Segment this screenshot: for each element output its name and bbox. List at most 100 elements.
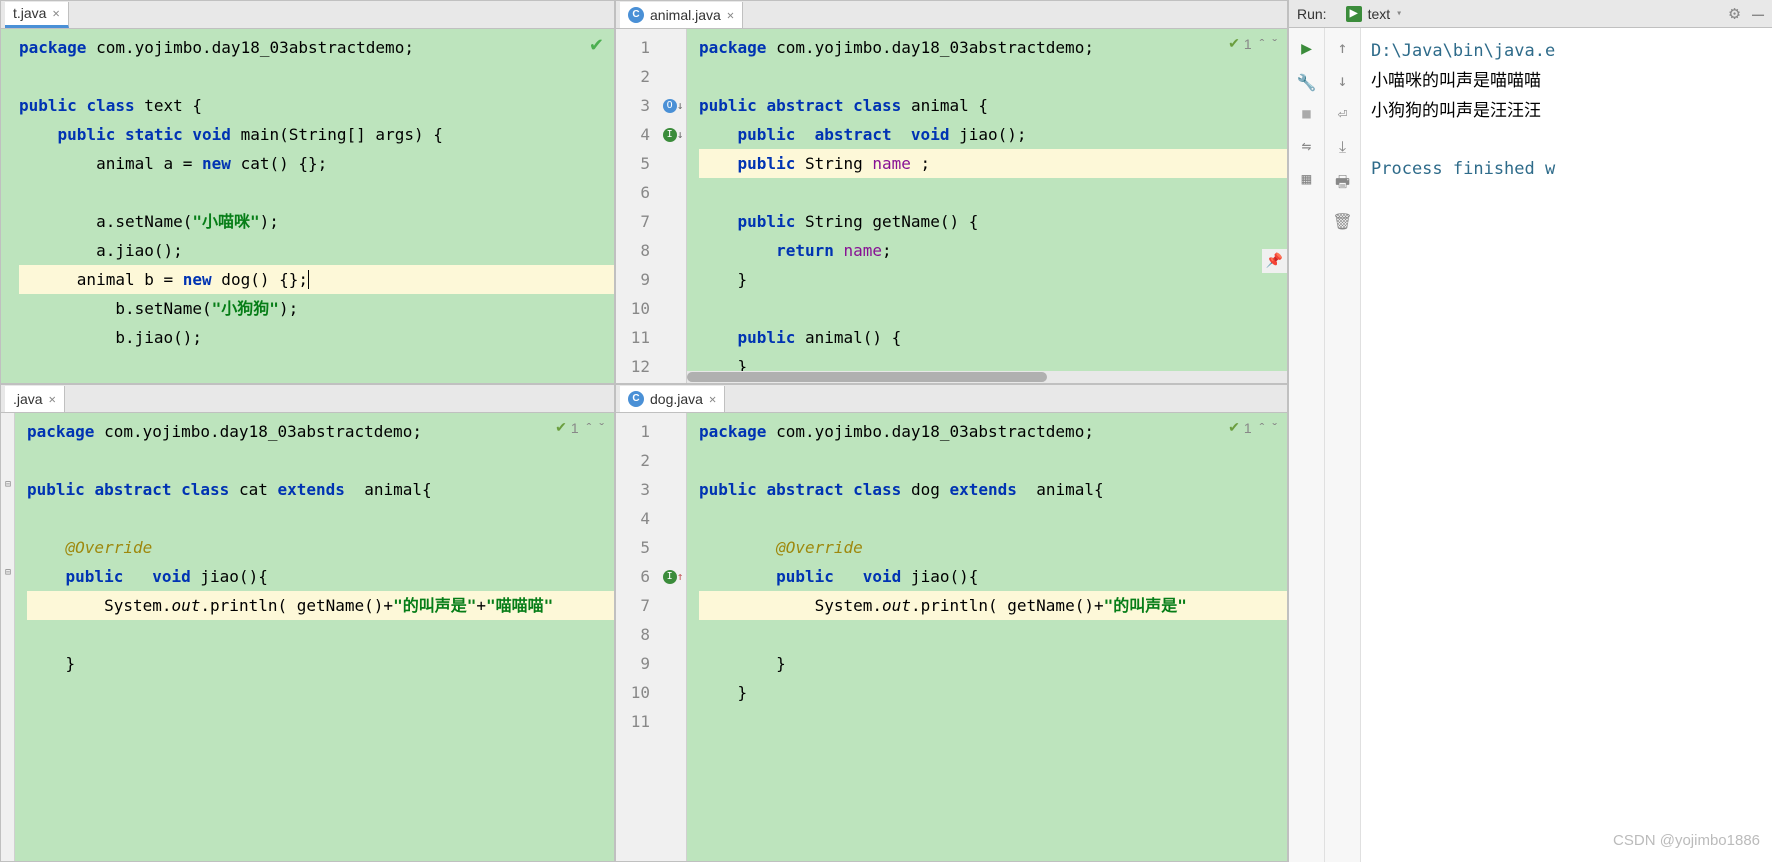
code-line[interactable]: animal a = new cat() {}; — [19, 149, 614, 178]
close-icon[interactable]: ✕ — [727, 8, 734, 22]
editor-body[interactable]: 123456789101112 O↓I↓ package com.yojimbo… — [616, 29, 1287, 383]
line-number: 12 — [616, 352, 650, 381]
code-line[interactable]: public String name ; — [699, 149, 1287, 178]
code-line[interactable] — [27, 446, 614, 475]
down-icon[interactable]: ↓ — [1338, 71, 1348, 90]
next-icon[interactable]: ˇ — [1272, 36, 1277, 52]
wrench-icon[interactable]: 🔧 — [1297, 73, 1317, 92]
inspection-widget[interactable]: ✔1 ˆ ˇ — [1228, 419, 1277, 436]
code-line[interactable] — [19, 178, 614, 207]
tab-cat-java[interactable]: .java ✕ — [5, 386, 65, 412]
code-line[interactable]: package com.yojimbo.day18_03abstractdemo… — [699, 33, 1287, 62]
scroll-end-icon[interactable]: ⤓ — [1339, 137, 1346, 157]
clear-icon[interactable]: 🗑 — [1332, 212, 1352, 231]
code-line[interactable]: } — [699, 649, 1287, 678]
gutter-icon-slot — [660, 475, 686, 504]
code-line[interactable]: animal b = new dog() {}; — [19, 265, 614, 294]
inspection-widget[interactable]: ✔1 ˆ ˇ — [555, 419, 604, 436]
tab-dog-java[interactable]: C dog.java ✕ — [620, 386, 725, 412]
code-line[interactable]: package com.yojimbo.day18_03abstractdemo… — [19, 33, 614, 62]
code-line[interactable] — [699, 178, 1287, 207]
pin-icon[interactable]: 📌 — [1262, 249, 1287, 273]
code-line[interactable]: @Override — [27, 533, 614, 562]
horizontal-scrollbar[interactable] — [687, 371, 1287, 383]
console-output[interactable]: D:\Java\bin\java.e 小喵咪的叫声是喵喵喵 小狗狗的叫声是汪汪汪… — [1361, 28, 1772, 862]
code-line[interactable] — [27, 620, 614, 649]
tab-animal-java[interactable]: C animal.java ✕ — [620, 2, 743, 28]
code-line[interactable]: package com.yojimbo.day18_03abstractdemo… — [699, 417, 1287, 446]
close-icon[interactable]: ✕ — [52, 6, 59, 20]
code-line[interactable] — [699, 446, 1287, 475]
code-line[interactable]: b.setName("小狗狗"); — [19, 294, 614, 323]
code-area[interactable]: package com.yojimbo.day18_03abstractdemo… — [687, 413, 1287, 861]
rerun-icon[interactable]: ▶ — [1301, 38, 1312, 59]
editor-body[interactable]: ⊟⊟ package com.yojimbo.day18_03abstractd… — [1, 413, 614, 861]
line-number: 8 — [616, 236, 650, 265]
close-icon[interactable]: ✕ — [49, 392, 56, 406]
code-line[interactable]: @Override — [699, 533, 1287, 562]
code-line[interactable]: public abstract void jiao(); — [699, 120, 1287, 149]
next-icon[interactable]: ˇ — [599, 420, 604, 436]
code-line[interactable]: } — [699, 265, 1287, 294]
soft-wrap-icon[interactable]: ⏎ — [1338, 104, 1348, 123]
next-icon[interactable]: ˇ — [1272, 420, 1277, 436]
prev-icon[interactable]: ˆ — [587, 420, 592, 436]
inspection-widget[interactable]: ✔1 ˆ ˇ — [1228, 35, 1277, 52]
code-area[interactable]: package com.yojimbo.day18_03abstractdemo… — [687, 29, 1287, 383]
code-line[interactable]: System.out.println( getName()+"的叫声是"+"喵喵… — [27, 591, 614, 620]
inspection-widget[interactable]: ✔ — [589, 35, 604, 56]
code-line[interactable]: public abstract class cat extends animal… — [27, 475, 614, 504]
code-line[interactable] — [27, 504, 614, 533]
layout-icon[interactable]: ▦ — [1302, 169, 1312, 188]
code-line[interactable]: return name; — [699, 236, 1287, 265]
code-line[interactable] — [699, 707, 1287, 736]
watermark: CSDN @yojimbo1886 — [1613, 826, 1760, 856]
code-line[interactable]: } — [27, 649, 614, 678]
code-area[interactable]: package com.yojimbo.day18_03abstractdemo… — [15, 413, 614, 861]
close-icon[interactable]: ✕ — [709, 392, 716, 406]
code-line[interactable]: public class text { — [19, 91, 614, 120]
run-panel: Run: ▶ text ▾ ⚙ — ▶ 🔧 ■ ⇋ ▦ ↑ ↓ ⏎ ⤓ 🖶 🗑 … — [1288, 0, 1772, 862]
code-line[interactable] — [699, 294, 1287, 323]
warning-badge: ✔1 — [1228, 35, 1252, 52]
code-line[interactable]: package com.yojimbo.day18_03abstractdemo… — [27, 417, 614, 446]
code-area[interactable]: package com.yojimbo.day18_03abstractdemo… — [1, 29, 614, 383]
prev-icon[interactable]: ˆ — [1260, 420, 1265, 436]
code-line[interactable]: public abstract class animal { — [699, 91, 1287, 120]
code-line[interactable]: public void jiao(){ — [27, 562, 614, 591]
code-line[interactable] — [699, 620, 1287, 649]
editor-body[interactable]: package com.yojimbo.day18_03abstractdemo… — [1, 29, 614, 383]
code-line[interactable]: System.out.println( getName()+"的叫声是" — [699, 591, 1287, 620]
print-icon[interactable]: 🖶 — [1335, 171, 1350, 198]
editor-pane-cat: .java ✕ ⊟⊟ package com.yojimbo.day18_03a… — [0, 384, 615, 862]
code-line[interactable] — [699, 504, 1287, 533]
gutter-icon-slot — [660, 446, 686, 475]
code-line[interactable]: public abstract class dog extends animal… — [699, 475, 1287, 504]
tab-label: .java — [13, 391, 43, 407]
gutter-icon-slot — [660, 707, 686, 736]
code-line[interactable] — [699, 62, 1287, 91]
gutter-icon-slot — [660, 533, 686, 562]
gear-icon[interactable]: ⚙ — [1729, 3, 1740, 24]
code-line[interactable]: public void jiao(){ — [699, 562, 1287, 591]
code-line[interactable]: b.jiao(); — [19, 323, 614, 352]
gutter-icon-slot: I↓ — [660, 120, 686, 149]
line-number: 4 — [616, 120, 650, 149]
editor-body[interactable]: 1234567891011 I↑ package com.yojimbo.day… — [616, 413, 1287, 861]
run-config-selector[interactable]: ▶ text ▾ — [1339, 3, 1410, 25]
hide-icon[interactable]: — — [1752, 2, 1764, 26]
gutter: 1234567891011 I↑ — [616, 413, 687, 861]
code-line[interactable]: a.setName("小喵咪"); — [19, 207, 614, 236]
up-icon[interactable]: ↑ — [1338, 38, 1348, 57]
code-line[interactable]: public static void main(String[] args) { — [19, 120, 614, 149]
tab-text-java[interactable]: t.java ✕ — [5, 2, 69, 28]
dump-threads-icon[interactable]: ⇋ — [1302, 136, 1312, 155]
code-line[interactable]: a.jiao(); — [19, 236, 614, 265]
code-line[interactable] — [19, 62, 614, 91]
code-line[interactable]: } — [699, 678, 1287, 707]
prev-icon[interactable]: ˆ — [1260, 36, 1265, 52]
code-line[interactable]: public String getName() { — [699, 207, 1287, 236]
line-number: 5 — [616, 533, 650, 562]
code-line[interactable]: public animal() { — [699, 323, 1287, 352]
stop-icon[interactable]: ■ — [1302, 106, 1310, 122]
